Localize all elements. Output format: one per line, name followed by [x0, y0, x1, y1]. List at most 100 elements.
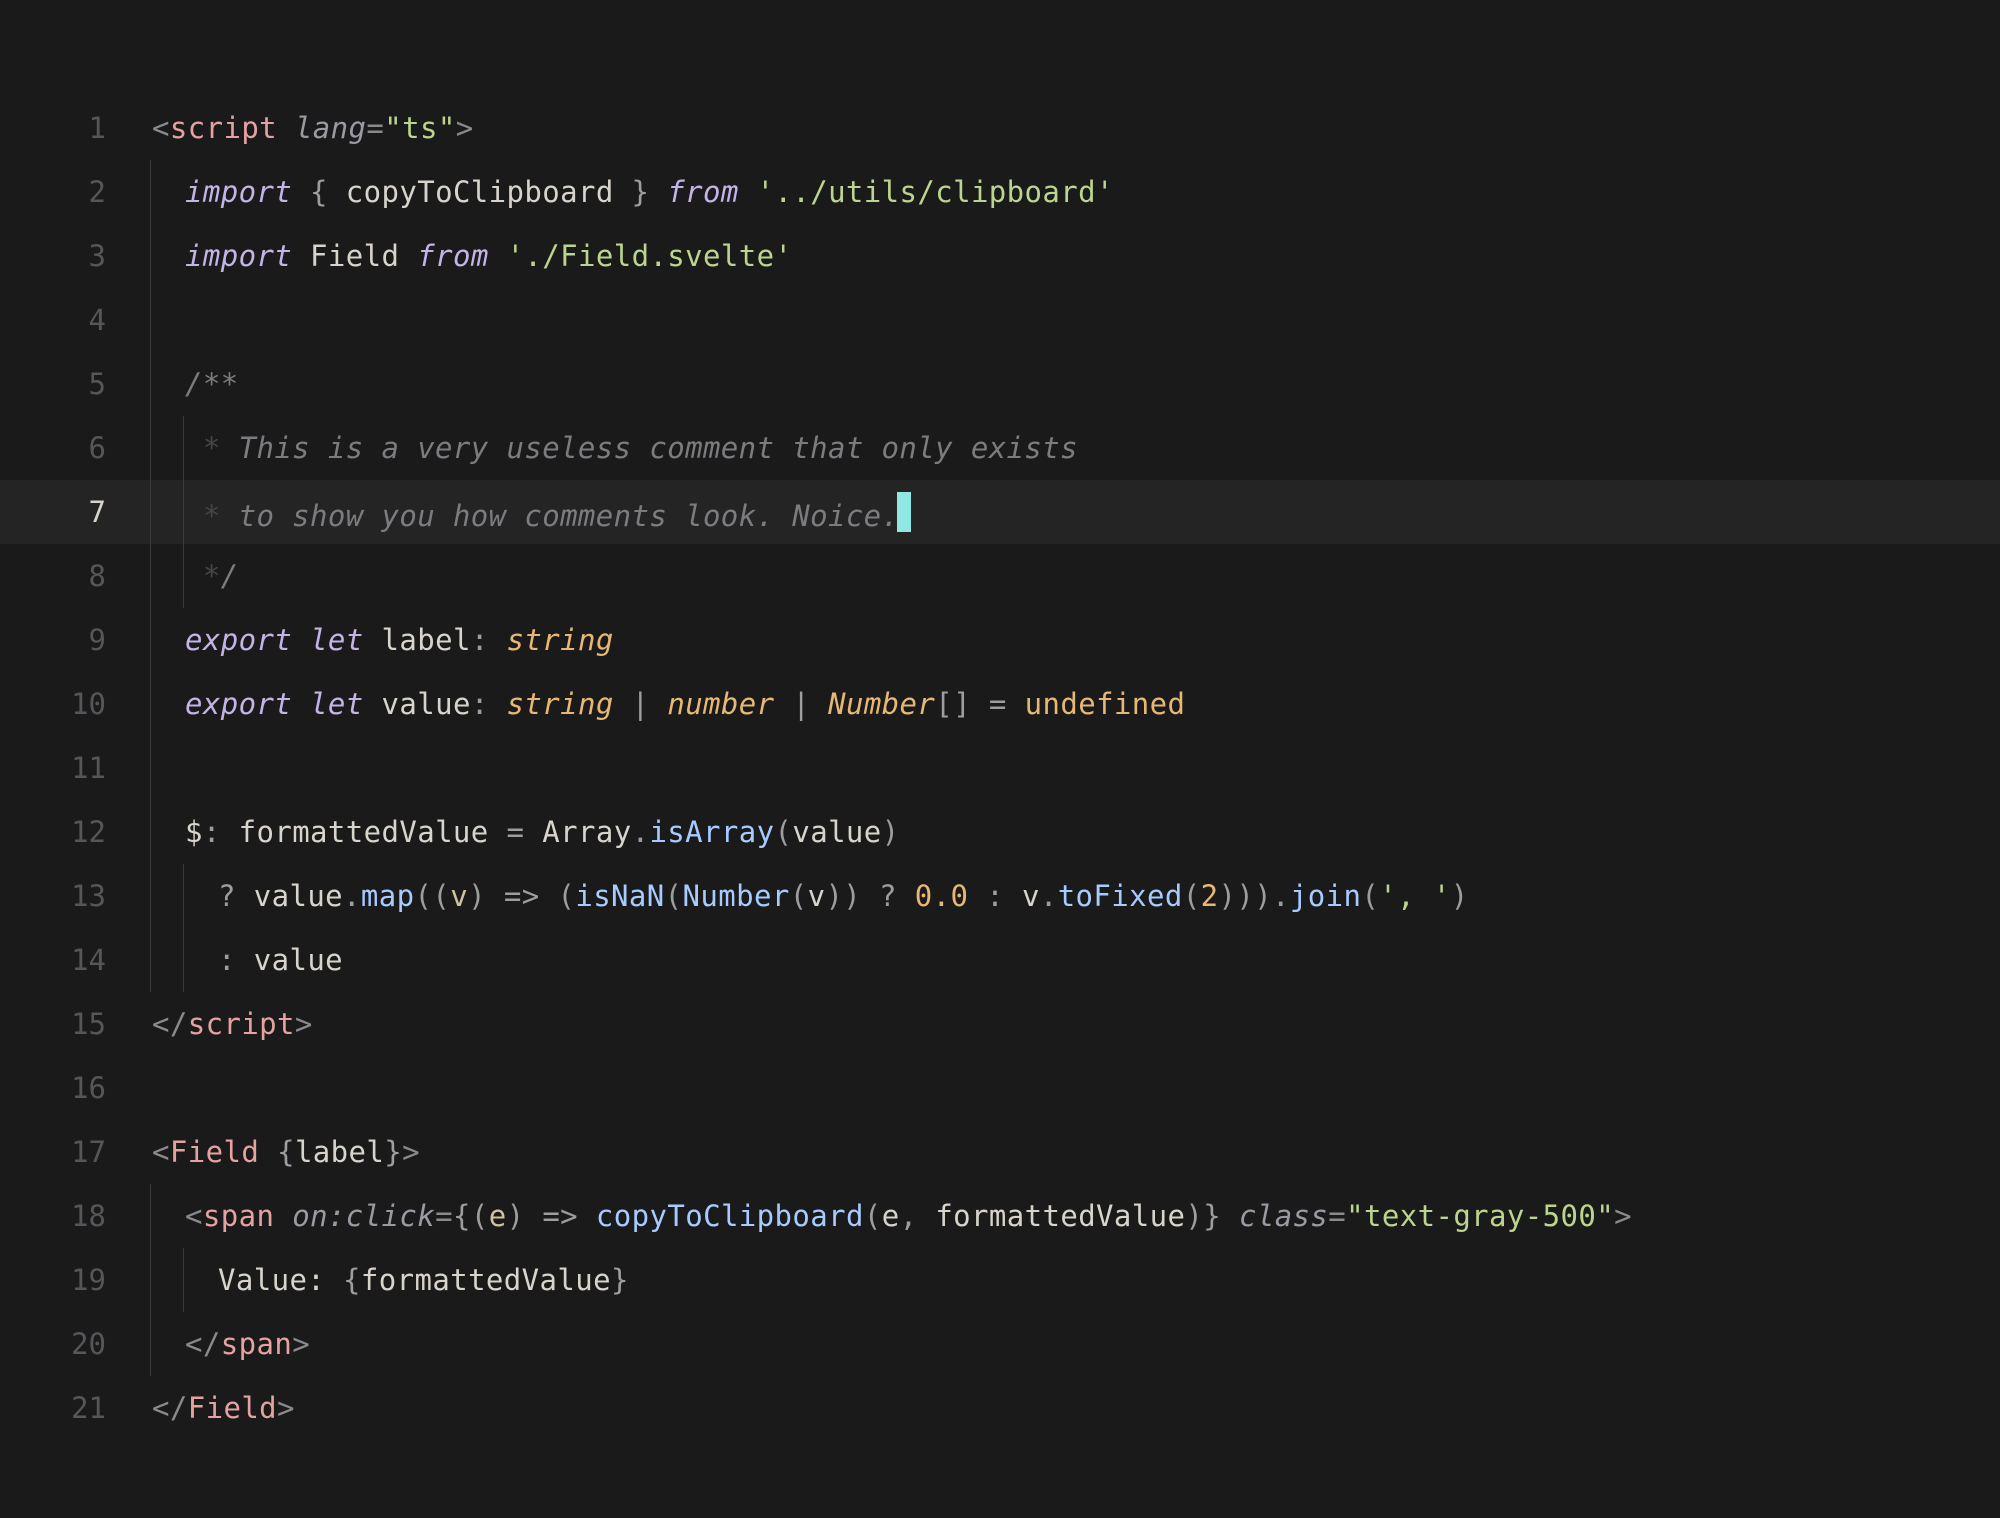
- code-content[interactable]: * This is a very useless comment that on…: [130, 431, 2000, 465]
- code-line[interactable]: 9export let label: string: [0, 608, 2000, 672]
- token-op: =>: [542, 1199, 578, 1233]
- token-ident: Array: [524, 815, 631, 849]
- token-str: './Field.svelte': [507, 239, 793, 273]
- token-punct: {(: [453, 1199, 489, 1233]
- token-punct: (: [1183, 879, 1201, 913]
- token-fn: toFixed: [1058, 879, 1183, 913]
- token-undef: undefined: [1025, 687, 1186, 721]
- code-line[interactable]: 21</Field>: [0, 1376, 2000, 1440]
- token-type: string: [507, 623, 614, 657]
- line-number: 16: [0, 1071, 130, 1105]
- code-line[interactable]: 13? value.map((v) => (isNaN(Number(v)) ?…: [0, 864, 2000, 928]
- token-angle: </: [185, 1327, 221, 1361]
- code-line[interactable]: 16: [0, 1056, 2000, 1120]
- code-content[interactable]: import { copyToClipboard } from '../util…: [130, 175, 2000, 209]
- code-line[interactable]: 7 * to show you how comments look. Noice…: [0, 480, 2000, 544]
- line-number: 11: [0, 751, 130, 785]
- token-ident: [292, 175, 310, 209]
- token-ident: value: [382, 687, 471, 721]
- token-punct: .: [1040, 879, 1058, 913]
- code-line[interactable]: 18<span on:click={(e) => copyToClipboard…: [0, 1184, 2000, 1248]
- code-line[interactable]: 3import Field from './Field.svelte': [0, 224, 2000, 288]
- code-line[interactable]: 4: [0, 288, 2000, 352]
- code-line[interactable]: 20</span>: [0, 1312, 2000, 1376]
- code-line[interactable]: 6 * This is a very useless comment that …: [0, 416, 2000, 480]
- token-angle: <: [152, 1135, 170, 1169]
- token-punct: |: [614, 687, 668, 721]
- token-punct: {: [277, 1135, 295, 1169]
- token-angle: >: [1614, 1199, 1632, 1233]
- code-content[interactable]: <span on:click={(e) => copyToClipboard(e…: [130, 1199, 2000, 1233]
- code-content[interactable]: $: formattedValue = Array.isArray(value): [130, 815, 2000, 849]
- code-content[interactable]: <Field {label}>: [130, 1135, 2000, 1169]
- code-editor[interactable]: 1<script lang="ts">2import { copyToClipb…: [0, 96, 2000, 1440]
- token-str: '../utils/clipboard': [757, 175, 1114, 209]
- token-kw: import: [185, 239, 292, 273]
- line-number: 3: [0, 239, 130, 273]
- token-punct: (: [1361, 879, 1379, 913]
- token-attr: class: [1239, 1199, 1328, 1233]
- token-attr: lang: [295, 111, 366, 145]
- token-punct: []: [935, 687, 971, 721]
- line-number: 9: [0, 623, 130, 657]
- token-angle: >: [295, 1007, 313, 1041]
- code-content[interactable]: </Field>: [130, 1391, 2000, 1425]
- code-content[interactable]: : value: [130, 943, 2000, 977]
- token-angle: <: [185, 1199, 203, 1233]
- code-content[interactable]: * to show you how comments look. Noice.: [130, 492, 2000, 533]
- token-comment: /: [221, 559, 239, 593]
- token-ident: [364, 623, 382, 657]
- token-ident: v: [1022, 879, 1040, 913]
- code-content[interactable]: import Field from './Field.svelte': [130, 239, 2000, 273]
- token-ident: [292, 687, 310, 721]
- line-number: 4: [0, 303, 130, 337]
- token-angle: </: [152, 1391, 188, 1425]
- token-ident: label: [382, 623, 471, 657]
- code-line[interactable]: 14: value: [0, 928, 2000, 992]
- indent-guide: [150, 736, 151, 800]
- token-ident: [364, 687, 382, 721]
- token-ident: [277, 111, 295, 145]
- token-punct: }: [614, 175, 650, 209]
- token-ident: [292, 623, 310, 657]
- line-number: 6: [0, 431, 130, 465]
- code-line[interactable]: 10export let value: string | number | Nu…: [0, 672, 2000, 736]
- code-line[interactable]: 15</script>: [0, 992, 2000, 1056]
- line-number: 12: [0, 815, 130, 849]
- code-content[interactable]: export let value: string | number | Numb…: [130, 687, 2000, 721]
- code-content[interactable]: </span>: [130, 1327, 2000, 1361]
- code-line[interactable]: 17<Field {label}>: [0, 1120, 2000, 1184]
- token-punct: ): [882, 815, 900, 849]
- token-ident: [739, 175, 757, 209]
- token-op: =>: [504, 879, 540, 913]
- code-content[interactable]: </script>: [130, 1007, 2000, 1041]
- code-content[interactable]: <script lang="ts">: [130, 111, 2000, 145]
- token-kw: let: [310, 623, 364, 657]
- code-line[interactable]: 11: [0, 736, 2000, 800]
- code-line[interactable]: 19Value: {formattedValue}: [0, 1248, 2000, 1312]
- token-type: string: [507, 687, 614, 721]
- code-line[interactable]: 5/**: [0, 352, 2000, 416]
- token-ident: Value:: [218, 1263, 343, 1297]
- token-kw: export: [185, 687, 292, 721]
- code-line[interactable]: 8 */: [0, 544, 2000, 608]
- code-line[interactable]: 2import { copyToClipboard } from '../uti…: [0, 160, 2000, 224]
- code-content[interactable]: /**: [130, 367, 2000, 401]
- code-content[interactable]: */: [130, 559, 2000, 593]
- code-content[interactable]: Value: {formattedValue}: [130, 1263, 2000, 1297]
- token-punct: ,: [900, 1199, 936, 1233]
- code-content[interactable]: export let label: string: [130, 623, 2000, 657]
- code-line[interactable]: 12$: formattedValue = Array.isArray(valu…: [0, 800, 2000, 864]
- code-content[interactable]: ? value.map((v) => (isNaN(Number(v)) ? 0…: [130, 879, 2000, 913]
- token-attr: on:click: [292, 1199, 435, 1233]
- token-angle: >: [292, 1327, 310, 1361]
- token-ident: [274, 1199, 292, 1233]
- token-commentbar: *: [185, 499, 221, 533]
- line-number: 1: [0, 111, 130, 145]
- token-ident: [1221, 1199, 1239, 1233]
- token-punct: (: [790, 879, 808, 913]
- code-line[interactable]: 1<script lang="ts">: [0, 96, 2000, 160]
- token-kw: export: [185, 623, 292, 657]
- line-number: 17: [0, 1135, 130, 1169]
- line-number: 5: [0, 367, 130, 401]
